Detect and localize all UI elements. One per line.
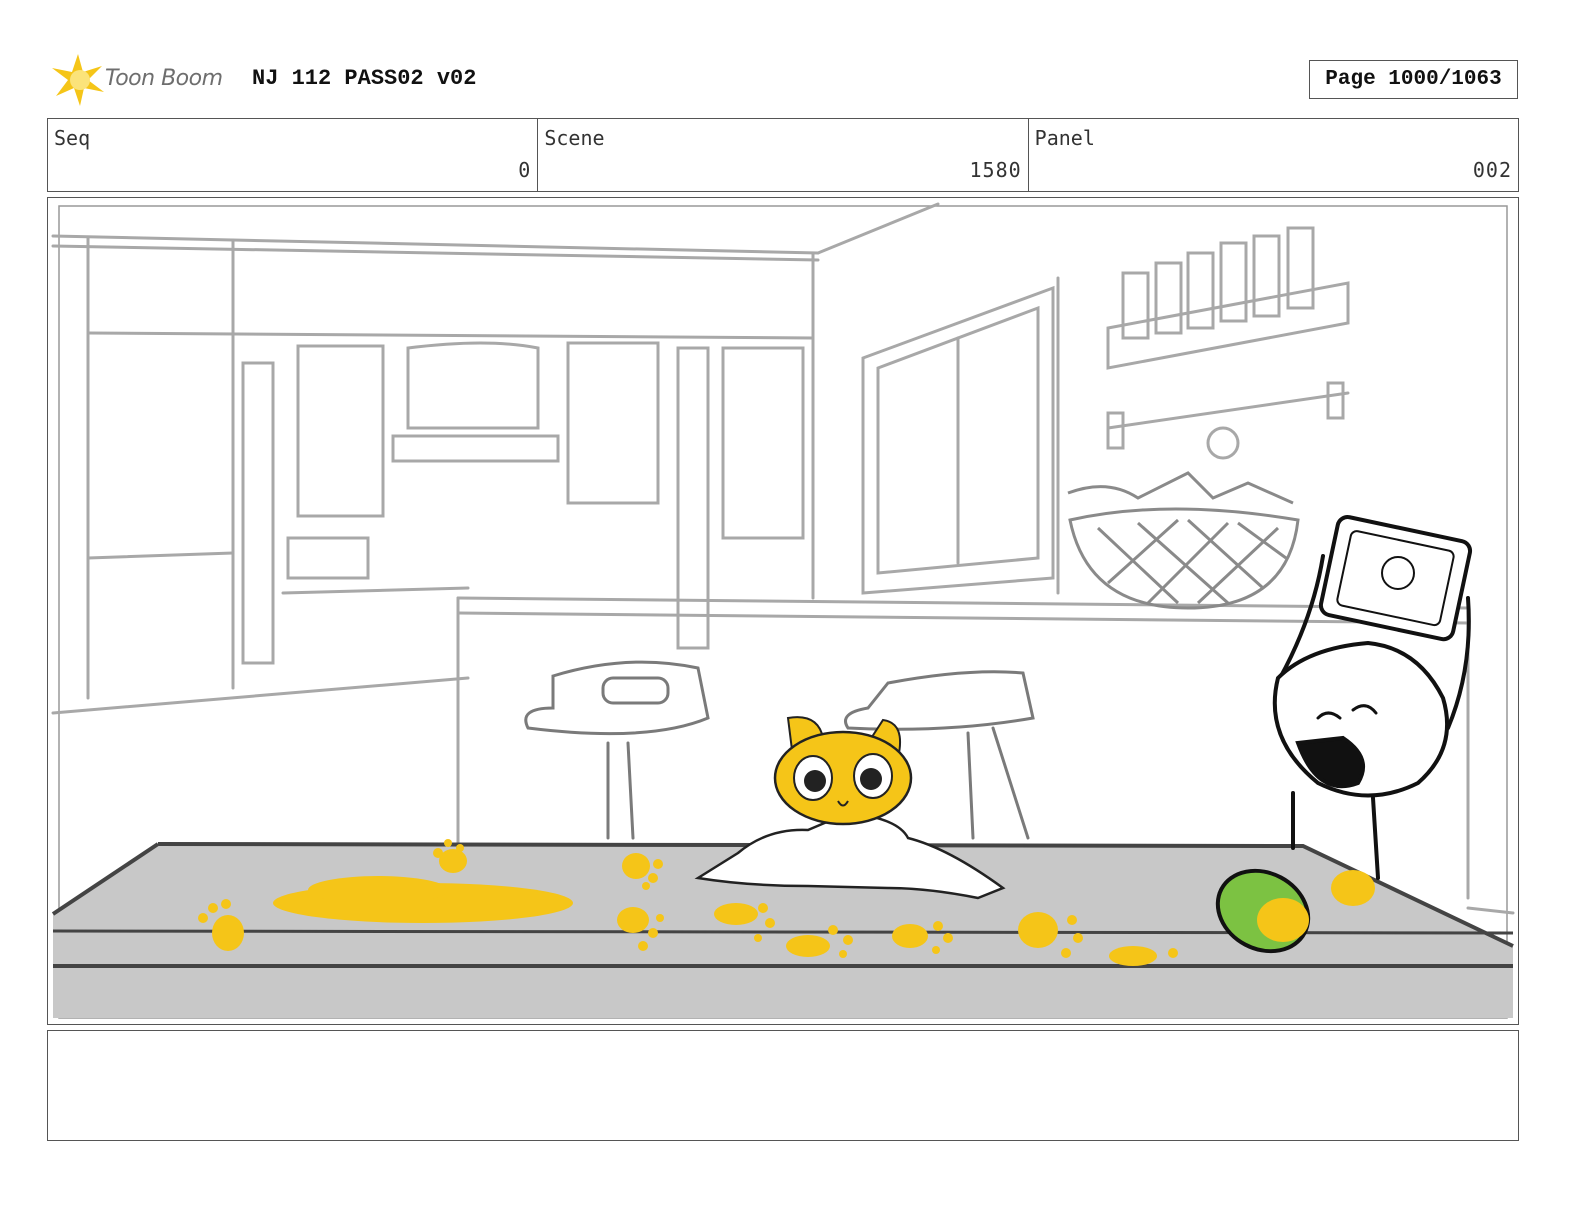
logo-text: Toon Boom [105,66,223,91]
document-title: NJ 112 PASS02 v02 [252,66,477,91]
scene-value: 1580 [969,158,1022,182]
fruit-basket-sketch [1067,471,1300,610]
storyboard-panel [47,197,1519,1025]
panel-value: 002 [1472,158,1512,182]
scene-label: Scene [544,126,605,150]
seq-label: Seq [54,126,91,150]
panel-label: Panel [1034,126,1095,150]
creature-drawing [694,716,1006,900]
girl-with-tablet-drawing [1272,515,1473,880]
seq-value: 0 [518,158,532,182]
scene-cell: Scene 1580 [538,119,1029,191]
storyboard-drawing [51,202,1515,1019]
toon-boom-star-icon [52,54,104,106]
stool-sketch [524,660,1035,840]
page-number: Page 1000/1063 [1309,60,1518,99]
info-row: Seq 0 Scene 1580 Panel 002 [47,118,1519,192]
toon-boom-logo: Toon Boom [50,52,240,108]
panel-cell: Panel 002 [1029,119,1518,191]
notes-box [47,1030,1519,1141]
seq-cell: Seq 0 [48,119,539,191]
